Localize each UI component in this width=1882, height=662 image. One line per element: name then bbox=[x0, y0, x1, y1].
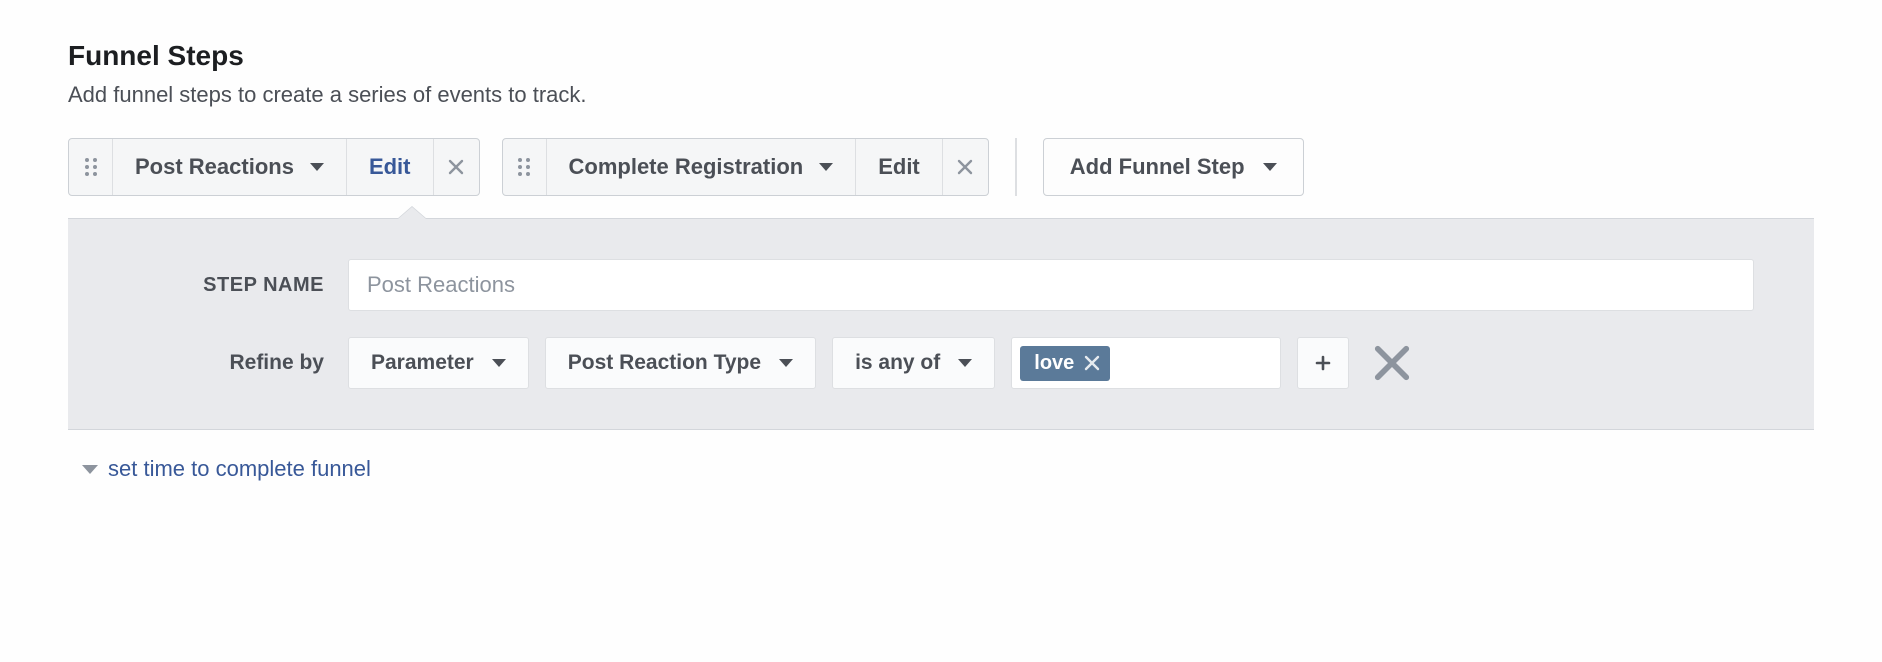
drag-handle-icon[interactable] bbox=[503, 139, 547, 195]
value-tag-label: love bbox=[1034, 352, 1074, 375]
caret-down-icon bbox=[779, 359, 793, 367]
parameter-select-label: Parameter bbox=[371, 351, 474, 375]
funnel-step: Complete Registration Edit bbox=[502, 138, 989, 196]
funnel-step-select[interactable]: Post Reactions bbox=[113, 139, 346, 195]
remove-step-button[interactable] bbox=[433, 139, 479, 195]
edit-step-button[interactable]: Edit bbox=[855, 139, 942, 195]
funnel-step-label: Post Reactions bbox=[135, 154, 294, 180]
step-name-row: STEP NAME bbox=[128, 259, 1754, 311]
add-funnel-step-button[interactable]: Add Funnel Step bbox=[1043, 138, 1304, 196]
set-time-to-complete-link[interactable]: set time to complete funnel bbox=[82, 456, 1814, 482]
step-editor-panel: STEP NAME Refine by Parameter Post React… bbox=[68, 218, 1814, 430]
operator-select-label: is any of bbox=[855, 351, 940, 375]
funnel-steps-row: Post Reactions Edit Complete Registratio… bbox=[68, 138, 1814, 196]
funnel-step-select[interactable]: Complete Registration bbox=[547, 139, 856, 195]
panel-arrow bbox=[398, 207, 426, 219]
caret-down-icon bbox=[492, 359, 506, 367]
caret-down-icon bbox=[310, 163, 324, 171]
remove-tag-button[interactable] bbox=[1084, 355, 1100, 371]
remove-condition-button[interactable] bbox=[1373, 337, 1411, 389]
step-name-input[interactable] bbox=[348, 259, 1754, 311]
add-funnel-step-label: Add Funnel Step bbox=[1070, 154, 1245, 180]
add-condition-button[interactable] bbox=[1297, 337, 1349, 389]
remove-step-button[interactable] bbox=[942, 139, 988, 195]
set-time-label: set time to complete funnel bbox=[108, 456, 371, 482]
value-tags-input[interactable]: love bbox=[1011, 337, 1281, 389]
drag-handle-icon[interactable] bbox=[69, 139, 113, 195]
step-name-label: STEP NAME bbox=[128, 274, 348, 297]
edit-step-button[interactable]: Edit bbox=[346, 139, 433, 195]
caret-down-icon bbox=[1263, 163, 1277, 171]
refine-by-label: Refine by bbox=[128, 351, 348, 375]
funnel-step-label: Complete Registration bbox=[569, 154, 804, 180]
caret-down-icon bbox=[819, 163, 833, 171]
value-tag: love bbox=[1020, 346, 1110, 381]
field-select[interactable]: Post Reaction Type bbox=[545, 337, 816, 389]
parameter-select[interactable]: Parameter bbox=[348, 337, 529, 389]
funnel-step: Post Reactions Edit bbox=[68, 138, 480, 196]
refine-by-row: Refine by Parameter Post Reaction Type i… bbox=[128, 337, 1754, 389]
field-select-label: Post Reaction Type bbox=[568, 351, 761, 375]
divider bbox=[1015, 138, 1017, 196]
section-title: Funnel Steps bbox=[68, 40, 1814, 72]
chevron-down-icon bbox=[82, 465, 98, 474]
section-subtitle: Add funnel steps to create a series of e… bbox=[68, 82, 1814, 108]
caret-down-icon bbox=[958, 359, 972, 367]
refine-controls: Parameter Post Reaction Type is any of l… bbox=[348, 337, 1411, 389]
operator-select[interactable]: is any of bbox=[832, 337, 995, 389]
